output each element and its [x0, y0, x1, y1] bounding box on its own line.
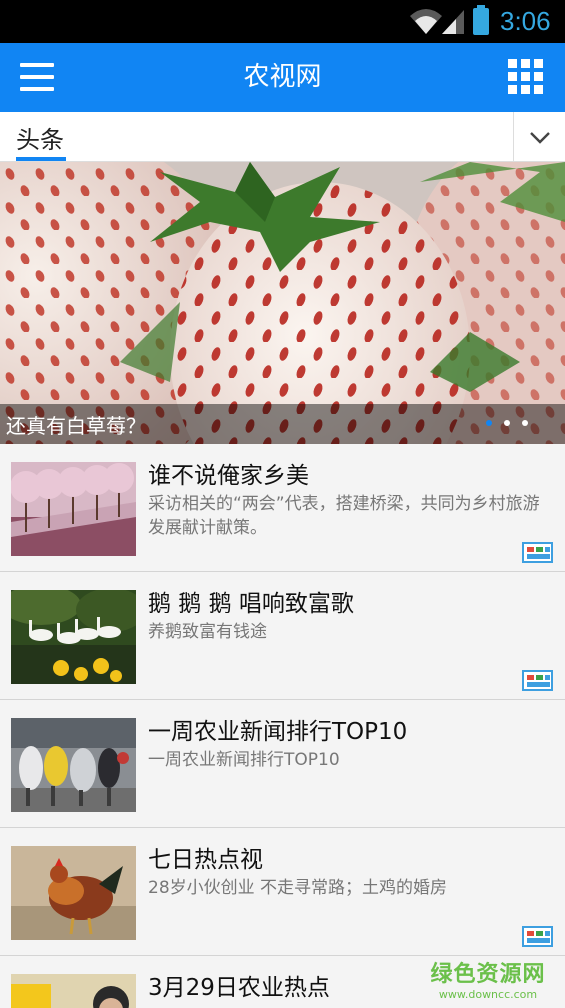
video-badge-icon: [522, 670, 553, 691]
video-badge-icon: [522, 926, 553, 947]
video-badge-icon: [522, 542, 553, 563]
news-title: 鹅 鹅 鹅 唱响致富歌: [148, 591, 354, 617]
news-summary: 28岁小伙创业 不走寻常路；土鸡的婚房: [148, 878, 448, 898]
tab-indicator: [16, 157, 66, 161]
news-summary: 一周农业新闻排行TOP10: [148, 750, 340, 770]
news-item[interactable]: 七日热点视 28岁小伙创业 不走寻常路；土鸡的婚房: [0, 828, 565, 956]
news-title: 3月29日农业热点: [148, 975, 330, 1001]
watermark-url: www.downcc.com: [438, 988, 538, 1001]
banner-dot-active: [486, 420, 492, 426]
watermark-logo: 绿色资源网 www.downcc.com: [428, 956, 548, 1001]
status-time: 3:06: [500, 6, 551, 36]
signal-icon: [442, 10, 464, 34]
news-summary: 养鹅致富有钱途: [148, 622, 267, 642]
app-bar: 农视网: [0, 43, 565, 112]
news-item[interactable]: 一周农业新闻排行TOP10 一周农业新闻排行TOP10: [0, 700, 565, 828]
white-strawberry-image: [0, 162, 565, 444]
news-thumbnail: [11, 462, 136, 556]
chevron-down-icon: [530, 132, 550, 144]
news-item[interactable]: 谁不说俺家乡美 采访相关的“两会”代表，搭建桥梁，共同为乡村旅游发展献计献策。: [0, 444, 565, 572]
banner-dot: [522, 420, 528, 426]
banner-caption: 还真有白草莓？: [6, 414, 146, 438]
tab-headlines[interactable]: 头条: [16, 120, 64, 155]
app-title: 农视网: [243, 62, 322, 92]
expand-categories-button[interactable]: [513, 112, 565, 162]
news-thumbnail: [11, 846, 136, 940]
news-thumbnail: [11, 718, 136, 812]
news-item[interactable]: 鹅 鹅 鹅 唱响致富歌 养鹅致富有钱途: [0, 572, 565, 700]
news-title: 七日热点视: [148, 847, 263, 873]
watermark-name: 绿色资源网: [430, 962, 546, 987]
news-title: 谁不说俺家乡美: [148, 463, 309, 489]
news-thumbnail: [11, 974, 136, 1008]
status-bar: 3:06: [0, 0, 565, 43]
battery-icon: [473, 5, 489, 35]
wifi-icon: [410, 9, 442, 34]
category-tab-bar: 头条: [0, 112, 565, 162]
grid-menu-icon[interactable]: [508, 59, 544, 95]
news-summary: 采访相关的“两会”代表，搭建桥梁，共同为乡村旅游发展献计献策。: [148, 494, 540, 538]
banner-image[interactable]: [0, 162, 565, 444]
news-thumbnail: [11, 590, 136, 684]
banner-dot: [504, 420, 510, 426]
news-title: 一周农业新闻排行TOP10: [148, 719, 408, 745]
